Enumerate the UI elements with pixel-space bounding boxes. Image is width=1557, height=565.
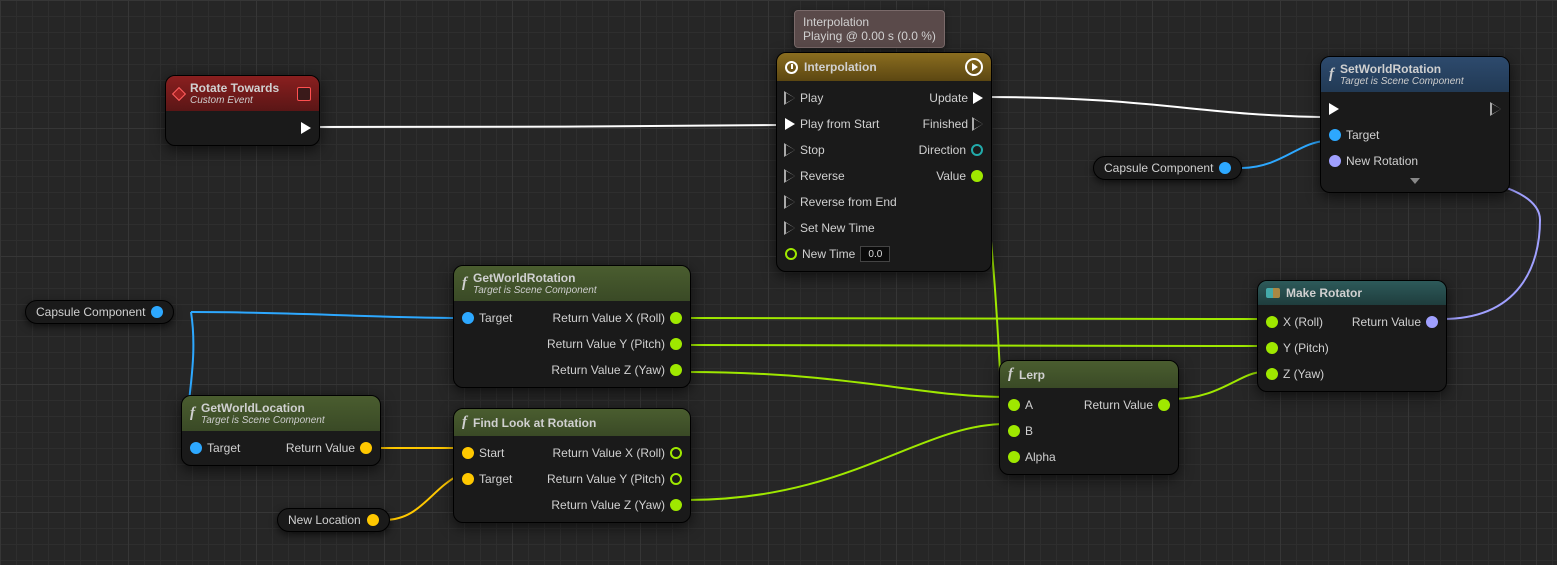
expand-chevron-icon[interactable] <box>1410 178 1420 184</box>
new-time-input[interactable] <box>860 246 890 262</box>
node-title: Make Rotator <box>1286 286 1362 300</box>
play-icon[interactable] <box>965 58 983 76</box>
exec-out-pin[interactable] <box>1491 103 1501 115</box>
function-icon: f <box>462 414 467 431</box>
new-time-pin[interactable] <box>785 248 797 260</box>
x-roll-pin[interactable] <box>1266 316 1278 328</box>
var-label: Capsule Component <box>36 305 145 319</box>
z-yaw-pin[interactable] <box>1266 368 1278 380</box>
node-subtitle: Target is Scene Component <box>1340 76 1464 87</box>
direction-pin[interactable] <box>971 144 983 156</box>
reverse-from-end-exec-pin[interactable] <box>785 196 795 208</box>
return-value-pin[interactable] <box>1158 399 1170 411</box>
function-icon: f <box>462 275 467 292</box>
node-find-look-at-rotation[interactable]: f Find Look at Rotation Start Return Val… <box>453 408 691 523</box>
pitch-out-pin[interactable] <box>670 473 682 485</box>
node-tooltip: Interpolation Playing @ 0.00 s (0.0 %) <box>794 10 945 48</box>
finished-exec-pin[interactable] <box>973 118 983 130</box>
roll-out-pin[interactable] <box>670 312 682 324</box>
tooltip-line1: Interpolation <box>803 15 936 29</box>
alpha-pin[interactable] <box>1008 451 1020 463</box>
pitch-out-pin[interactable] <box>670 338 682 350</box>
function-icon: f <box>1008 366 1013 383</box>
exec-in-pin[interactable] <box>1329 103 1339 115</box>
node-get-world-location[interactable]: f GetWorldLocation Target is Scene Compo… <box>181 395 381 466</box>
return-value-pin[interactable] <box>1426 316 1438 328</box>
play-exec-pin[interactable] <box>785 92 795 104</box>
timeline-icon <box>785 61 798 74</box>
event-icon <box>172 86 186 100</box>
node-title: GetWorldRotation <box>473 271 575 285</box>
node-title: Lerp <box>1019 368 1045 382</box>
target-pin[interactable] <box>462 473 474 485</box>
start-pin[interactable] <box>462 447 474 459</box>
var-capsule-component-2[interactable]: Capsule Component <box>1093 156 1242 180</box>
stop-exec-pin[interactable] <box>785 144 795 156</box>
yaw-out-pin[interactable] <box>670 364 682 376</box>
output-pin[interactable] <box>151 306 163 318</box>
update-exec-pin[interactable] <box>973 92 983 104</box>
var-label: New Location <box>288 513 361 527</box>
node-subtitle: Target is Scene Component <box>201 415 325 426</box>
node-get-world-rotation[interactable]: f GetWorldRotation Target is Scene Compo… <box>453 265 691 388</box>
node-rotate-towards[interactable]: Rotate Towards Custom Event <box>165 75 320 146</box>
node-title: SetWorldRotation <box>1340 62 1441 76</box>
function-icon: f <box>190 405 195 422</box>
tooltip-line2: Playing @ 0.00 s (0.0 %) <box>803 29 936 43</box>
var-label: Capsule Component <box>1104 161 1213 175</box>
node-lerp[interactable]: f Lerp A Return Value B Alpha <box>999 360 1179 475</box>
node-title: Rotate Towards <box>190 81 279 95</box>
exec-out-pin[interactable] <box>301 122 311 134</box>
target-pin[interactable] <box>190 442 202 454</box>
node-title: GetWorldLocation <box>201 401 305 415</box>
a-pin[interactable] <box>1008 399 1020 411</box>
node-title: Find Look at Rotation <box>473 416 596 430</box>
function-icon: f <box>1329 66 1334 83</box>
target-pin[interactable] <box>462 312 474 324</box>
node-subtitle: Custom Event <box>190 95 279 106</box>
node-interpolation-timeline[interactable]: Interpolation Play Update Play from Star… <box>776 52 992 272</box>
node-set-world-rotation[interactable]: f SetWorldRotation Target is Scene Compo… <box>1320 56 1510 193</box>
node-make-rotator[interactable]: Make Rotator X (Roll) Return Value Y (Pi… <box>1257 280 1447 392</box>
play-from-start-exec-pin[interactable] <box>785 118 795 130</box>
target-pin[interactable] <box>1329 129 1341 141</box>
make-struct-icon <box>1266 288 1280 298</box>
var-capsule-component-1[interactable]: Capsule Component <box>25 300 174 324</box>
node-title: Interpolation <box>804 60 877 74</box>
value-pin[interactable] <box>971 170 983 182</box>
yaw-out-pin[interactable] <box>670 499 682 511</box>
return-value-pin[interactable] <box>360 442 372 454</box>
output-pin[interactable] <box>367 514 379 526</box>
roll-out-pin[interactable] <box>670 447 682 459</box>
set-new-time-exec-pin[interactable] <box>785 222 795 234</box>
node-subtitle: Target is Scene Component <box>473 285 597 296</box>
new-rotation-pin[interactable] <box>1329 155 1341 167</box>
var-new-location[interactable]: New Location <box>277 508 390 532</box>
y-pitch-pin[interactable] <box>1266 342 1278 354</box>
output-pin[interactable] <box>1219 162 1231 174</box>
b-pin[interactable] <box>1008 425 1020 437</box>
reverse-exec-pin[interactable] <box>785 170 795 182</box>
delegate-pin[interactable] <box>297 87 311 101</box>
